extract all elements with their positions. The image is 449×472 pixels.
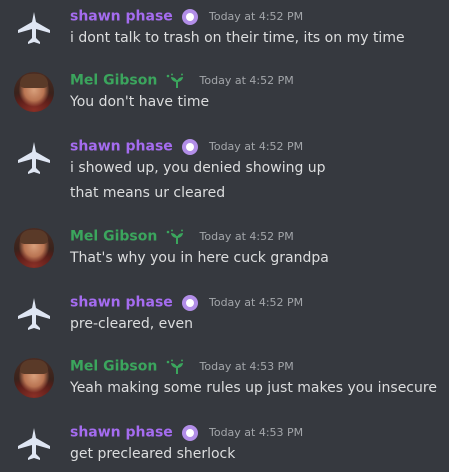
timestamp: Today at 4:52 PM [199, 74, 294, 87]
dog-icon [181, 424, 198, 441]
message-header: shawn phase Today at 4:52 PM [70, 6, 303, 25]
jet-icon[interactable] [14, 138, 54, 178]
author-name[interactable]: shawn phase [70, 139, 173, 155]
avatar[interactable] [14, 228, 54, 268]
author-name[interactable]: Mel Gibson [70, 73, 157, 89]
message-header: shawn phase Today at 4:52 PM [70, 292, 303, 311]
author-name[interactable]: Mel Gibson [70, 229, 157, 245]
timestamp: Today at 4:52 PM [208, 140, 304, 153]
message-text: get precleared sherlock [70, 446, 236, 462]
timestamp: Today at 4:52 PM [208, 10, 304, 23]
avatar[interactable] [14, 72, 54, 112]
message-text: Yeah making some rules up just makes you… [70, 380, 437, 396]
message-header: Mel Gibson Today at 4:52 PM [70, 226, 294, 245]
timestamp: Today at 4:52 PM [199, 230, 294, 243]
message-header: shawn phase Today at 4:53 PM [70, 422, 303, 441]
message-text: You don't have time [70, 94, 210, 110]
message-text: i dont talk to trash on their time, its … [70, 30, 405, 46]
sprout-icon [166, 73, 188, 89]
sprout-icon [166, 229, 188, 245]
message-header: Mel Gibson Today at 4:52 PM [70, 70, 294, 89]
timestamp: Today at 4:52 PM [208, 296, 304, 309]
jet-icon[interactable] [14, 294, 54, 334]
jet-icon[interactable] [14, 424, 54, 464]
avatar[interactable] [14, 358, 54, 398]
jet-icon[interactable] [14, 8, 54, 48]
timestamp: Today at 4:53 PM [208, 426, 304, 439]
dog-icon [181, 138, 198, 155]
message-header: shawn phase Today at 4:52 PM [70, 136, 303, 155]
message-header: Mel Gibson Today at 4:53 PM [70, 356, 294, 375]
author-name[interactable]: shawn phase [70, 425, 173, 441]
timestamp: Today at 4:53 PM [199, 360, 294, 373]
message-text: pre-cleared, even [70, 316, 194, 332]
message-text: that means ur cleared [70, 185, 226, 201]
sprout-icon [166, 359, 188, 375]
message-text: That's why you in here cuck grandpa [70, 250, 329, 266]
author-name[interactable]: shawn phase [70, 295, 173, 311]
dog-icon [181, 8, 198, 25]
dog-icon [181, 294, 198, 311]
message-text: i showed up, you denied showing up [70, 160, 326, 176]
author-name[interactable]: Mel Gibson [70, 359, 157, 375]
author-name[interactable]: shawn phase [70, 9, 173, 25]
